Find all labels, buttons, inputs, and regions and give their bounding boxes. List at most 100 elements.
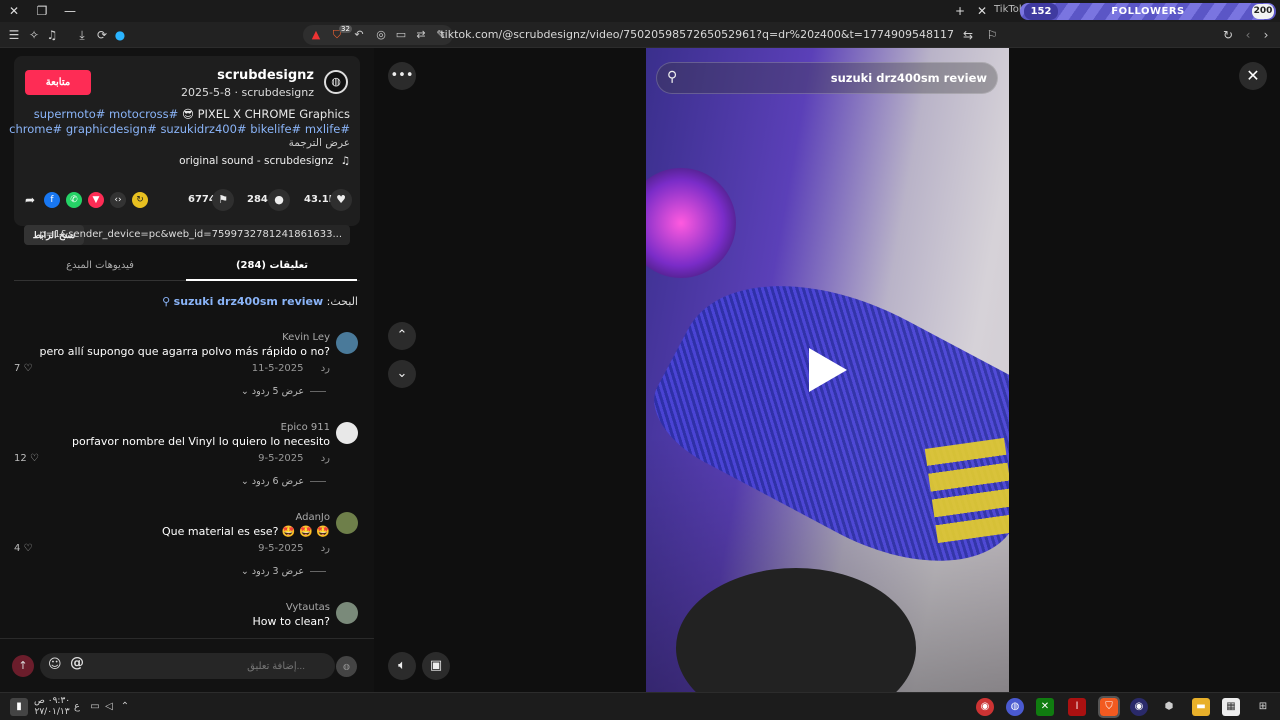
bookmark-save-icon[interactable]: ⚑	[212, 189, 234, 211]
app-icon-1[interactable]: ◉	[976, 698, 994, 716]
menu-icon[interactable]: ☰	[6, 27, 22, 43]
repost-icon[interactable]: ↻	[132, 192, 148, 208]
notification-icon[interactable]: ▮	[10, 698, 28, 716]
view-replies-button[interactable]: ⌄ عرض 3 ردود	[241, 566, 326, 577]
volume-icon[interactable]: 🔈︎	[388, 652, 416, 680]
app-icon-4[interactable]: ا	[1068, 698, 1086, 716]
system-clock[interactable]: ٠٩:٣٠ ص ٢٧/٠١/١٣	[34, 696, 70, 718]
reload-icon[interactable]: ↻	[1220, 27, 1236, 43]
hashtags-line-1[interactable]: supermoto# motocross#	[34, 107, 179, 121]
comment-like-button[interactable]: 4 ♡	[14, 543, 33, 554]
music-icon[interactable]: ♫	[44, 27, 60, 43]
post-details-panel: متابعة scrubdesignz 2025-5-8 · scrubdesi…	[0, 48, 374, 692]
comments-tabs: فيديوهات المبدع تعليقات (284)	[14, 255, 360, 281]
commenter-avatar[interactable]	[336, 332, 358, 354]
alert-extension-icon[interactable]: ▲	[308, 27, 324, 43]
comment-item: Epico 911 porfavor nombre del Vinyl lo q…	[0, 422, 374, 512]
app-icon-6[interactable]: ◉	[1130, 698, 1148, 716]
author-name[interactable]: scrubdesignz	[217, 68, 314, 83]
emoji-icon[interactable]: ☺	[48, 657, 62, 672]
language-icon[interactable]: ع	[68, 698, 86, 716]
tab-comments[interactable]: تعليقات (284)	[186, 260, 358, 271]
play-icon[interactable]	[809, 348, 847, 392]
tiktok-share-icon[interactable]: ▼	[88, 192, 104, 208]
comment-item: Kevin Ley pero allí supongo que agarra p…	[0, 332, 374, 422]
new-tab-icon[interactable]: +	[952, 3, 968, 19]
view-replies-label: عرض 6 ردود	[251, 476, 304, 487]
reply-link[interactable]: رد	[321, 363, 330, 374]
commenter-avatar[interactable]	[336, 422, 358, 444]
send-comment-button[interactable]: ↑	[12, 655, 34, 677]
reply-link[interactable]: رد	[321, 543, 330, 554]
previous-video-icon[interactable]: ⌃	[388, 322, 416, 350]
related-search[interactable]: ⚲ suzuki drz400sm review :البحث	[162, 295, 358, 308]
author-avatar[interactable]: ◍	[324, 70, 348, 94]
file-explorer-icon[interactable]: ▬	[1192, 698, 1210, 716]
mention-icon[interactable]: @	[70, 655, 84, 671]
app-icon-2[interactable]: ◍	[1006, 698, 1024, 716]
site-settings-icon[interactable]: ⇆	[960, 27, 976, 43]
video-search-bar[interactable]: ⚲ suzuki drz400sm review	[656, 62, 998, 94]
brave-browser-icon[interactable]: ⛉	[1098, 696, 1120, 718]
comment-likes: 7	[14, 363, 21, 374]
xbox-icon[interactable]: ✕	[1036, 698, 1054, 716]
back-icon[interactable]: ‹	[1240, 27, 1256, 43]
commenter-avatar[interactable]	[336, 602, 358, 624]
followers-widget: FOLLOWERS 152 200	[1020, 3, 1276, 20]
vpn-icon[interactable]: ●	[112, 27, 128, 43]
see-translation-link[interactable]: عرض الترجمة	[289, 137, 350, 149]
commenter-name[interactable]: Vytautas	[286, 602, 330, 613]
comment-date: 2025-5-11	[251, 363, 304, 374]
close-window-icon[interactable]: ✕	[6, 3, 22, 19]
search-query-link[interactable]: suzuki drz400sm review	[174, 295, 323, 308]
video-player[interactable]: ⚲ suzuki drz400sm review	[646, 48, 1009, 692]
close-video-button[interactable]: ✕	[1239, 62, 1267, 90]
forward-icon[interactable]: ›	[1258, 27, 1274, 43]
pin-icon[interactable]: ✧	[26, 27, 42, 43]
facebook-icon[interactable]: f	[44, 192, 60, 208]
bookmark-icon[interactable]: ⚐	[984, 27, 1000, 43]
extension-puzzle-icon[interactable]: ⟳	[94, 27, 110, 43]
sound-label: original sound - scrubdesignz	[179, 155, 334, 167]
screen-icon[interactable]: ▭	[393, 27, 409, 43]
store-icon[interactable]: ▦	[1222, 698, 1240, 716]
comment-text: How to clean?	[252, 615, 330, 628]
share-link-text[interactable]: p=1&sender_device=pc&web_id=759973278124…	[39, 229, 342, 240]
picture-in-picture-icon[interactable]: ▣	[422, 652, 450, 680]
embed-code-icon[interactable]: ‹›	[110, 192, 126, 208]
close-tab-icon[interactable]: ✕	[974, 3, 990, 19]
app-icon-7[interactable]: ⬢	[1160, 698, 1178, 716]
next-video-icon[interactable]: ⌄	[388, 360, 416, 388]
view-replies-button[interactable]: ⌄ عرض 6 ردود	[241, 476, 326, 487]
description-line-1: supermoto# motocross# 😎 PIXEL X CHROME G…	[34, 107, 350, 121]
original-sound-link[interactable]: original sound - scrubdesignz ♫	[179, 155, 350, 167]
tray-chevron-icon[interactable]: ⌃	[116, 698, 134, 716]
whatsapp-icon[interactable]: ✆	[66, 192, 82, 208]
hashtags-line-2[interactable]: chrome# graphicdesign# suzukidrz400# bik…	[9, 122, 350, 136]
rewind-icon[interactable]: ↶	[351, 27, 367, 43]
reply-link[interactable]: رد	[321, 453, 330, 464]
translate-ext-icon[interactable]: ⇄	[413, 27, 429, 43]
commenter-avatar[interactable]	[336, 512, 358, 534]
commenter-name[interactable]: Epico 911	[281, 422, 330, 433]
comment-like-button[interactable]: 7 ♡	[14, 363, 33, 374]
start-icon[interactable]: ⊞	[1254, 698, 1272, 716]
chat-icon[interactable]: ◎	[373, 27, 389, 43]
share-arrow-icon[interactable]: ➦	[22, 192, 38, 208]
tab-creator-videos[interactable]: فيديوهات المبدع	[14, 260, 186, 271]
download-icon[interactable]: ⤓	[74, 27, 90, 43]
comment-like-button[interactable]: 12 ♡	[14, 453, 39, 464]
commenter-name[interactable]: AdanJo	[295, 512, 330, 523]
comment-bubble-icon[interactable]: ●	[268, 189, 290, 211]
comment-input[interactable]	[40, 653, 335, 679]
url-text[interactable]: tiktok.com/@scrubdesignz/video/750205985…	[440, 28, 954, 41]
os-taskbar: ▮ ٠٩:٣٠ ص ٢٧/٠١/١٣ ع ▭ ◁ ⌃ ◉ ◍ ✕ ا ⛉ ◉ ⬢…	[0, 692, 1280, 720]
follow-button[interactable]: متابعة	[25, 70, 91, 95]
commenter-name[interactable]: Kevin Ley	[282, 332, 330, 343]
more-options-icon[interactable]: •••	[388, 62, 416, 90]
view-replies-button[interactable]: ⌄ عرض 5 ردود	[241, 386, 326, 397]
browser-toolbar: ☰ ✧ ♫ ⤓ ⟳ ● ▲ ⛉ 32 ↶ ◎ ▭ ⇄ ✎ tiktok.com/…	[0, 22, 1280, 48]
minimize-window-icon[interactable]: —	[62, 3, 78, 19]
restore-window-icon[interactable]: ❐	[34, 3, 50, 19]
heart-icon[interactable]: ♥	[330, 189, 352, 211]
